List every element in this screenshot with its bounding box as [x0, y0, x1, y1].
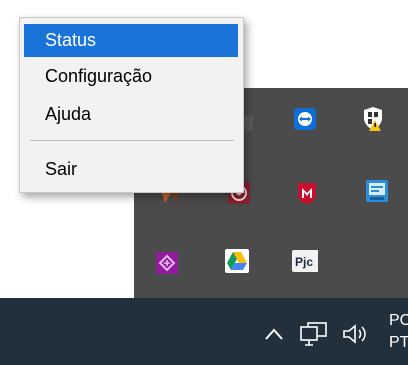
taskbar: PO PT — [0, 298, 408, 365]
mcafee-icon[interactable] — [294, 180, 320, 206]
menu-item-sair[interactable]: Sair — [24, 153, 238, 186]
menu-item-status[interactable]: Status — [24, 24, 238, 57]
menu-item-ajuda-label: Ajuda — [45, 104, 92, 124]
network-icon[interactable] — [298, 320, 330, 348]
menu-item-ajuda[interactable]: Ajuda — [24, 98, 238, 131]
menu-item-configuracao-label: Configuração — [45, 66, 153, 86]
menu-item-status-label: Status — [45, 30, 97, 50]
purple-app-icon[interactable] — [154, 250, 180, 276]
menu-separator — [30, 140, 234, 141]
menu-item-sair-label: Sair — [45, 159, 78, 179]
language-line-2: PT — [389, 334, 408, 351]
language-indicator[interactable]: PO PT — [389, 310, 408, 354]
chevron-up-icon[interactable] — [262, 322, 286, 346]
pjc-app-icon[interactable]: Pjc — [292, 248, 318, 274]
menu-item-configuracao[interactable]: Configuração — [24, 60, 238, 93]
tray-context-menu: Status Configuração Ajuda Sair — [19, 17, 244, 193]
language-line-1: PO — [389, 312, 408, 329]
pjc-label: Pjc — [295, 255, 313, 269]
blue-app-icon[interactable] — [364, 178, 390, 204]
windows-security-warning-icon[interactable] — [360, 106, 386, 132]
google-drive-icon[interactable] — [224, 248, 250, 274]
teamviewer-icon[interactable] — [292, 106, 318, 132]
volume-icon[interactable] — [340, 320, 372, 348]
